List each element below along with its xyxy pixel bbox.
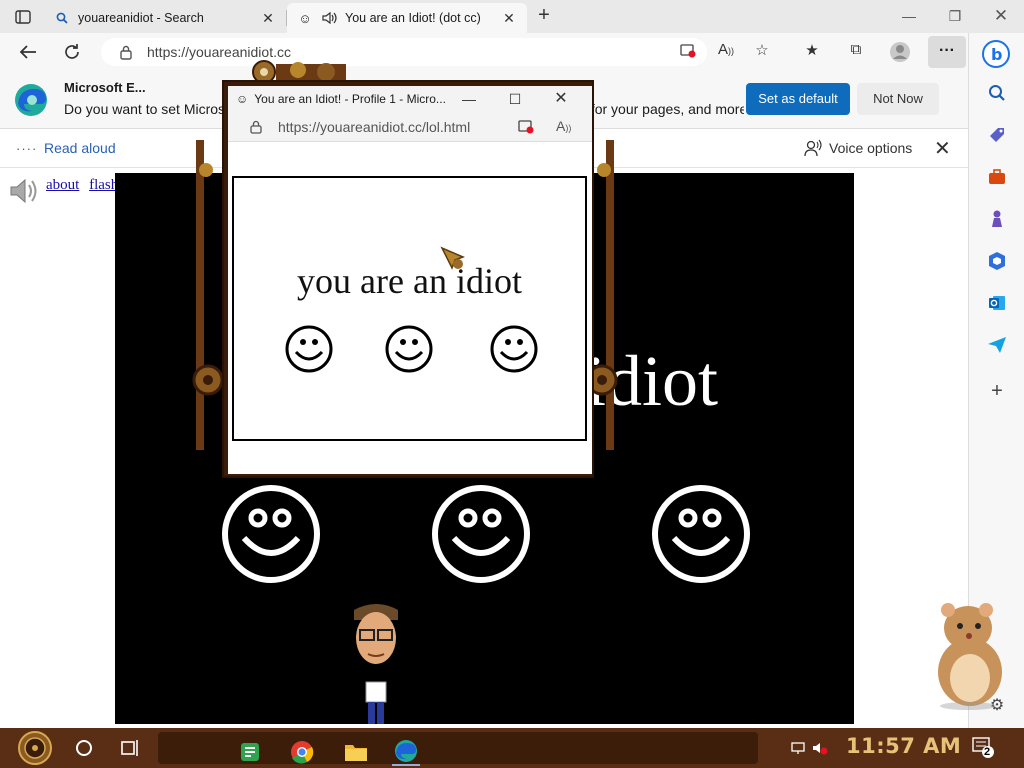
steampunk-frame-decoration xyxy=(192,140,224,450)
read-aloud-icon[interactable]: A)) xyxy=(556,118,571,134)
tab-strip: youareanidiot - Search ✕ ☺ You are an Id… xyxy=(0,0,1024,33)
network-icon[interactable] xyxy=(790,740,806,756)
popup-title: You are an Idiot! - Profile 1 - Micro... xyxy=(254,92,446,106)
popup-minimize-icon[interactable]: — xyxy=(446,86,492,112)
start-button-icon[interactable] xyxy=(10,730,60,766)
microsoft-365-icon[interactable] xyxy=(985,249,1009,273)
tab-idiot[interactable]: ☺ You are an Idiot! (dot cc) ✕ xyxy=(287,3,527,33)
tools-icon[interactable] xyxy=(985,165,1009,189)
edge-taskbar-icon[interactable] xyxy=(392,738,420,766)
cortana-icon[interactable] xyxy=(72,736,96,760)
tab-title: You are an Idiot! (dot cc) xyxy=(345,11,481,25)
notification-center-icon[interactable]: 2 xyxy=(972,736,994,758)
voice-icon xyxy=(804,139,822,157)
smiley-face-icon xyxy=(490,325,538,373)
refresh-icon[interactable] xyxy=(58,39,86,65)
smiley-face-icon xyxy=(385,325,433,373)
infobar-title: Microsoft E... xyxy=(64,80,146,95)
popup-blocked-icon[interactable] xyxy=(518,120,534,137)
taskbar-apps xyxy=(158,732,758,766)
about-link[interactable]: about xyxy=(46,177,79,193)
smiley-icon: ☺ xyxy=(236,92,249,106)
popup-blocked-icon[interactable] xyxy=(679,44,697,60)
svg-text:b: b xyxy=(991,45,1002,64)
lock-icon[interactable] xyxy=(250,120,262,134)
notification-count: 2 xyxy=(984,746,991,758)
set-as-default-button[interactable]: Set as default xyxy=(746,83,850,115)
search-icon xyxy=(54,10,70,26)
back-arrow-icon[interactable] xyxy=(14,39,42,65)
more-options-icon[interactable]: ··· xyxy=(928,36,966,68)
close-tab-icon[interactable]: ✕ xyxy=(260,10,276,27)
smiley-face-icon xyxy=(222,485,320,583)
popup-window: ☺ You are an Idiot! - Profile 1 - Micro.… xyxy=(222,80,594,478)
add-sidebar-app-icon[interactable]: + xyxy=(985,379,1009,403)
animated-cursor-icon xyxy=(440,246,466,270)
smiley-icon: ☺ xyxy=(298,10,312,26)
hank-character xyxy=(354,604,398,724)
tab-search[interactable]: youareanidiot - Search ✕ xyxy=(44,3,287,33)
navigation-bar: https://youareanidiot.cc A)) ☆ ★ ⧉ ··· xyxy=(0,33,968,71)
system-clock[interactable]: 11:57 AM xyxy=(846,734,961,758)
close-tab-icon[interactable]: ✕ xyxy=(501,10,517,27)
hamster-character xyxy=(938,603,1002,710)
popup-maximize-icon[interactable]: ☐ xyxy=(492,86,538,112)
profile-avatar[interactable] xyxy=(888,41,912,63)
task-view-icon[interactable] xyxy=(118,736,142,760)
tab-actions-icon[interactable] xyxy=(10,6,36,28)
smiley-face-icon xyxy=(432,485,530,583)
close-window-icon[interactable]: ✕ xyxy=(978,4,1024,28)
popup-close-icon[interactable]: ✕ xyxy=(538,86,584,112)
smiley-face-icon xyxy=(285,325,333,373)
file-explorer-icon[interactable] xyxy=(342,738,370,766)
notes-app-icon[interactable] xyxy=(236,738,264,766)
close-read-aloud-icon[interactable]: ✕ xyxy=(934,136,951,161)
voice-options-button[interactable]: Voice options xyxy=(829,140,912,156)
favorites-icon[interactable]: ★ xyxy=(800,41,824,63)
send-icon[interactable] xyxy=(985,333,1009,357)
read-aloud-icon[interactable]: A)) xyxy=(714,41,738,63)
not-now-button[interactable]: Not Now xyxy=(857,83,939,115)
playback-dots-icon[interactable]: ···· xyxy=(16,141,37,156)
sound-speaker-icon[interactable] xyxy=(8,176,40,206)
popup-body: you are an idiot xyxy=(228,142,592,474)
popup-address-bar[interactable]: https://youareanidiot.cc/lol.html A)) xyxy=(228,112,592,142)
volume-muted-icon[interactable] xyxy=(812,740,828,756)
search-icon[interactable] xyxy=(985,81,1009,105)
read-aloud-button[interactable]: Read aloud xyxy=(44,140,116,156)
bing-chat-icon[interactable]: b xyxy=(981,39,1011,69)
address-bar[interactable]: https://youareanidiot.cc xyxy=(101,38,707,66)
new-tab-button[interactable]: + xyxy=(531,5,557,27)
minimize-icon[interactable]: — xyxy=(886,4,932,28)
shopping-tag-icon[interactable] xyxy=(985,123,1009,147)
flash-link[interactable]: flash xyxy=(89,177,118,193)
smiley-face-icon xyxy=(652,485,750,583)
page-links: about flash xyxy=(46,177,124,194)
taskbar: 11:57 AM 2 xyxy=(0,728,1024,768)
games-icon[interactable] xyxy=(985,207,1009,231)
lock-icon[interactable] xyxy=(119,45,133,60)
popup-url: https://youareanidiot.cc/lol.html xyxy=(278,118,471,135)
tab-title: youareanidiot - Search xyxy=(78,11,204,25)
collections-icon[interactable]: ⧉ xyxy=(844,41,868,63)
outlook-icon[interactable] xyxy=(985,291,1009,315)
idiot-frame: you are an idiot xyxy=(232,176,587,441)
speaker-icon[interactable] xyxy=(321,10,337,26)
chrome-icon[interactable] xyxy=(288,738,316,766)
edge-logo-icon xyxy=(14,83,48,117)
idiot-phrase: you are an idiot xyxy=(297,261,522,301)
add-favorite-icon[interactable]: ☆ xyxy=(750,41,774,63)
restore-icon[interactable]: ❐ xyxy=(932,4,978,28)
